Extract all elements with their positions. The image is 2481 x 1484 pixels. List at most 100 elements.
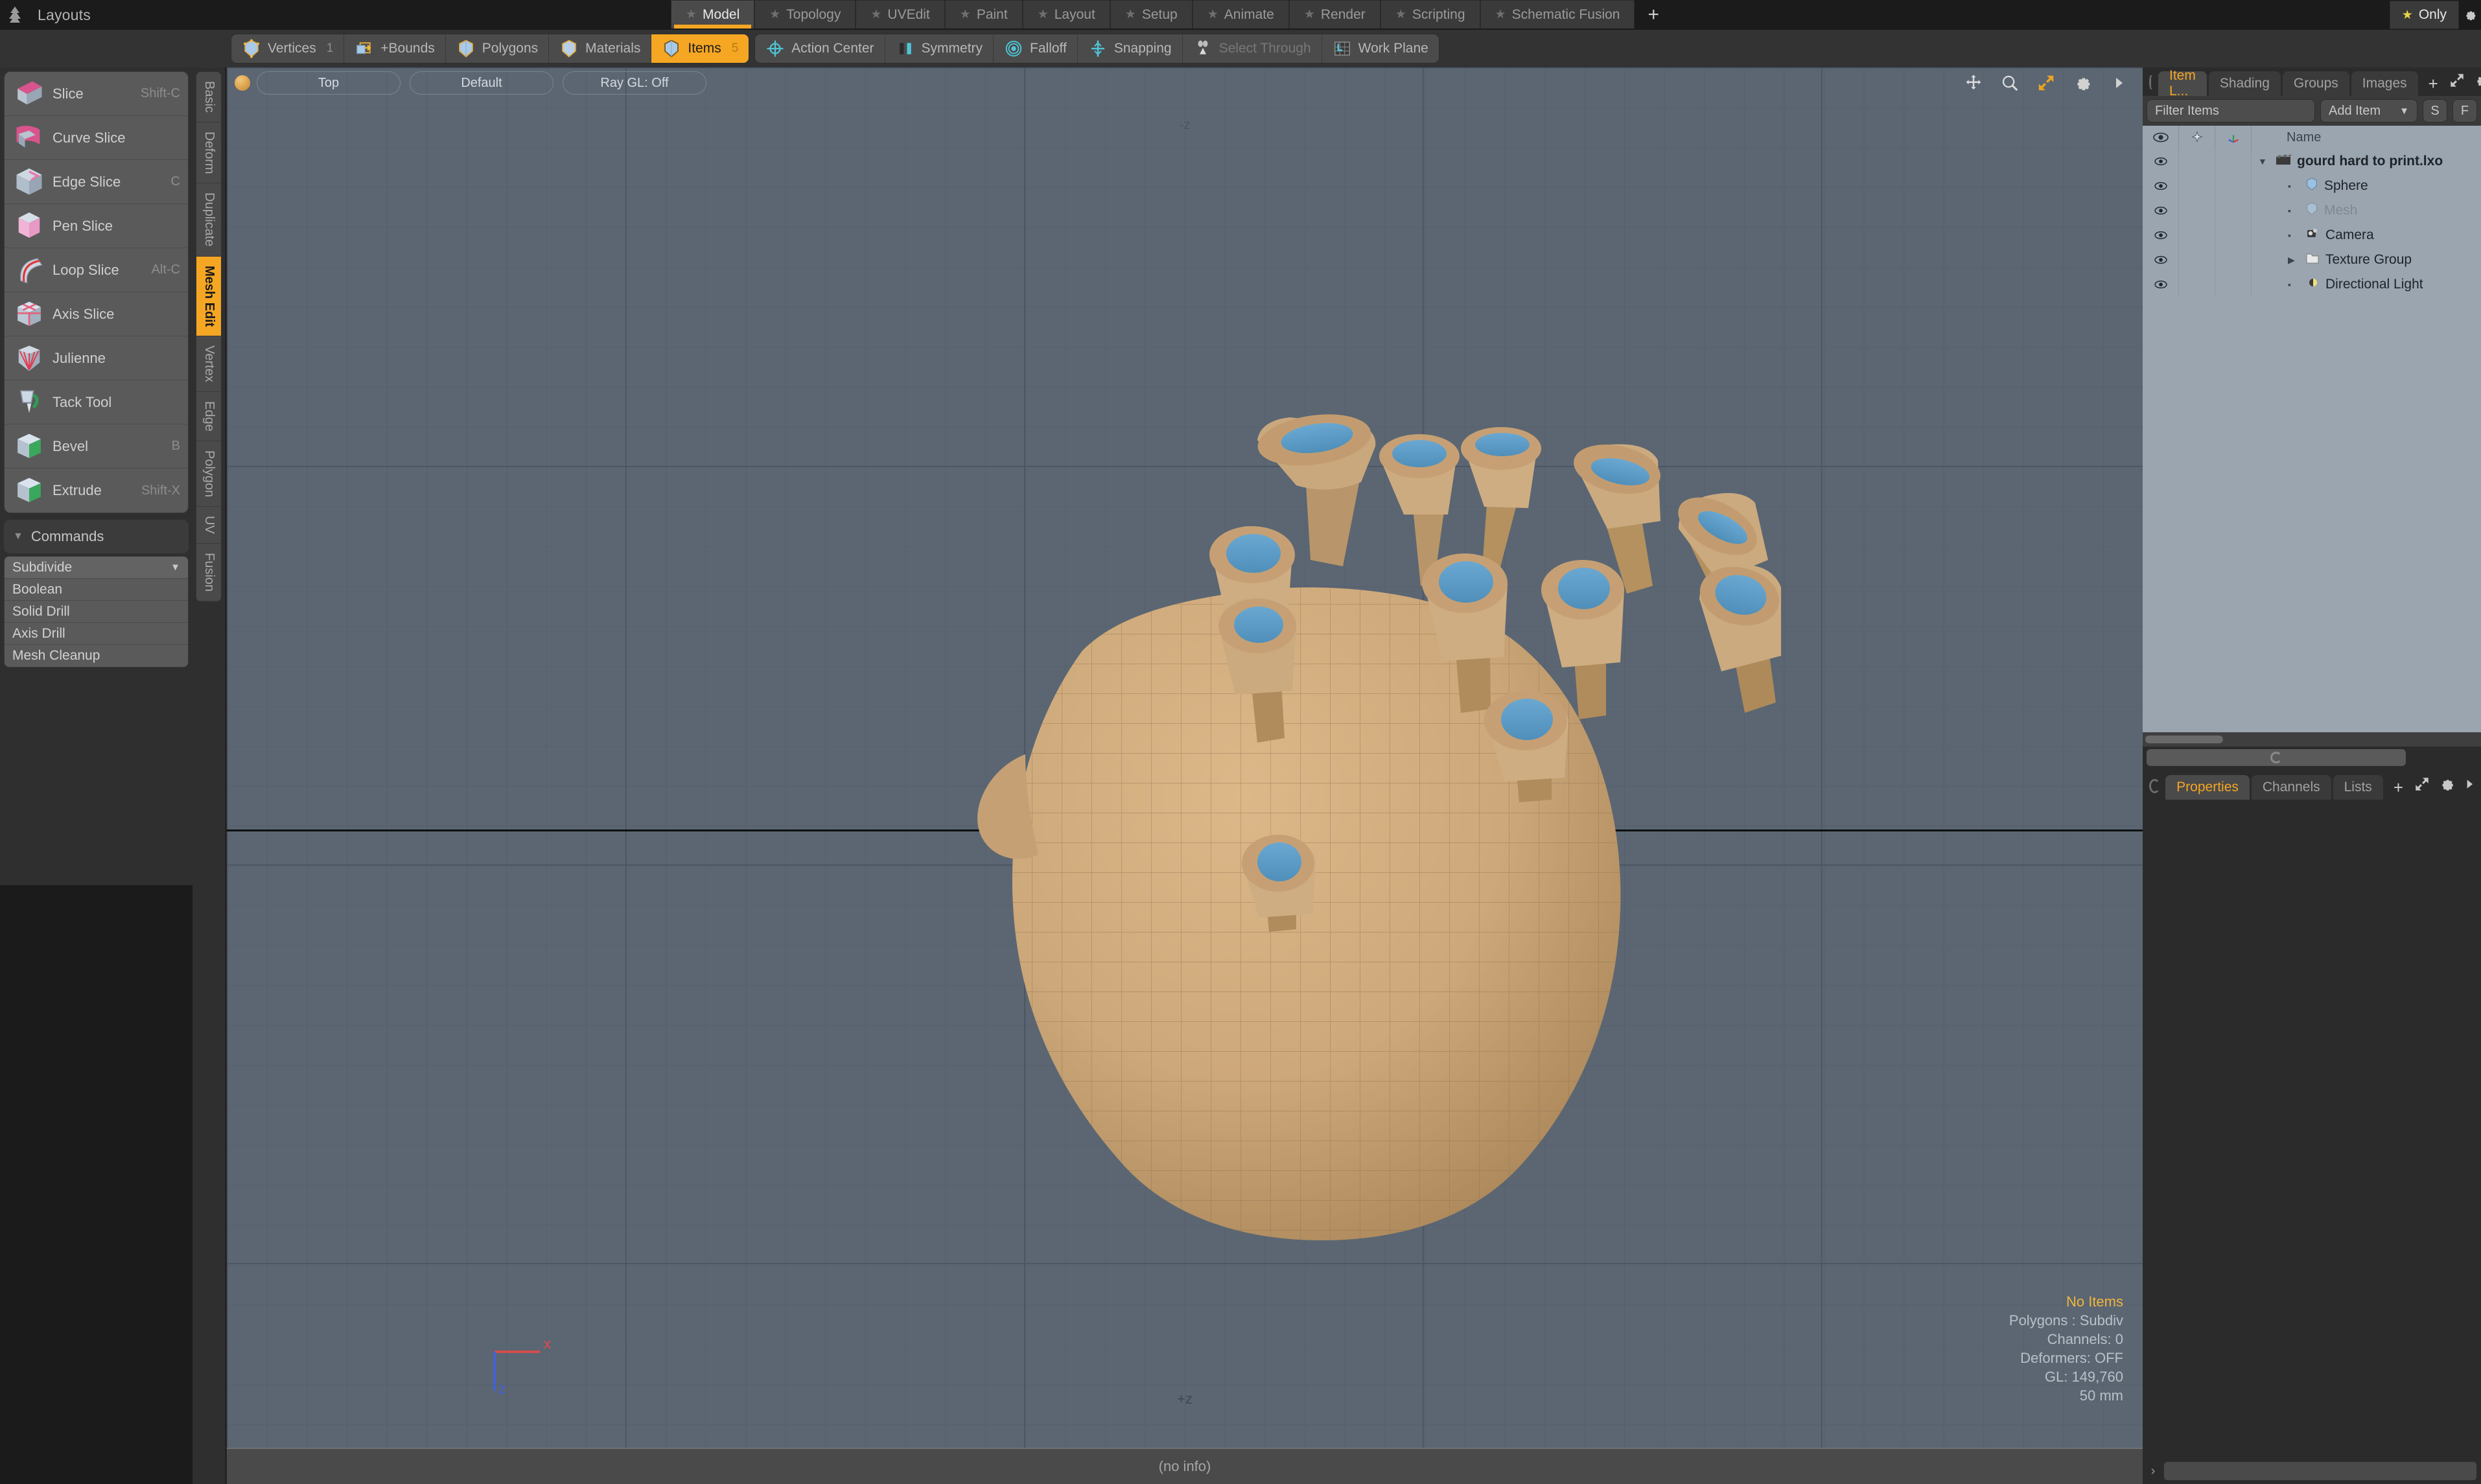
item-name-cell[interactable]: ▼ gourd hard to print.lxo [2252, 153, 2481, 170]
item-name-cell[interactable]: ▶ Texture Group [2252, 251, 2481, 268]
vtab-fusion[interactable]: Fusion [196, 544, 222, 601]
toggle-action-center[interactable]: Action Center [755, 34, 885, 63]
chevron-right-icon[interactable]: › [2147, 1464, 2160, 1479]
chevron-right-icon[interactable] [2108, 72, 2130, 94]
tab-item-list[interactable]: Item L... [2158, 71, 2207, 96]
row-axis-cell[interactable] [2215, 149, 2252, 174]
filter-items-input[interactable]: Filter Items [2147, 99, 2315, 122]
item-name-cell[interactable]: ▪ Sphere [2252, 177, 2481, 195]
row-eye-icon[interactable] [2143, 248, 2179, 272]
tool-julienne[interactable]: Julienne [5, 336, 188, 380]
vtab-uv[interactable]: UV [196, 507, 222, 544]
mode-materials[interactable]: Materials [549, 34, 651, 63]
viewport-menu-dot[interactable] [235, 75, 250, 91]
row-lock-cell[interactable] [2179, 198, 2215, 223]
vtab-mesh-edit[interactable]: Mesh Edit [196, 257, 222, 336]
panel-menu-button[interactable] [2147, 749, 2406, 766]
gear-icon[interactable] [2071, 72, 2093, 94]
layout-tab-model[interactable]: ★ Model [671, 0, 754, 29]
command-mesh-cleanup[interactable]: Mesh Cleanup [5, 645, 188, 667]
tab-channels[interactable]: Channels [2252, 775, 2331, 800]
tool-axis-slice[interactable]: Axis Slice [5, 292, 188, 336]
vtab-deform[interactable]: Deform [196, 122, 222, 184]
mode-vertices[interactable]: Vertices 1 [231, 34, 344, 63]
item-name-cell[interactable]: ▪ Mesh [2252, 202, 2481, 220]
add-layout-tab-button[interactable]: + [1635, 1, 1672, 29]
tool-edge-slice[interactable]: Edge Slice C [5, 160, 188, 204]
layout-tab-schematic-fusion[interactable]: ★ Schematic Fusion [1480, 0, 1635, 29]
table-row[interactable]: ▪ Mesh [2143, 198, 2481, 223]
scrollbar-thumb[interactable] [2145, 736, 2223, 743]
row-lock-cell[interactable] [2179, 223, 2215, 248]
tab-groups[interactable]: Groups [2283, 71, 2349, 96]
tab-properties[interactable]: Properties [2165, 775, 2250, 800]
table-row[interactable]: ▪ Sphere [2143, 174, 2481, 198]
toggle-work-plane[interactable]: Work Plane [1322, 34, 1439, 63]
row-eye-icon[interactable] [2143, 198, 2179, 223]
layout-tab-topology[interactable]: ★ Topology [754, 0, 856, 29]
row-eye-icon[interactable] [2143, 174, 2179, 198]
chevron-down-icon[interactable]: ▼ [170, 562, 180, 573]
axis-icon[interactable] [2215, 126, 2252, 149]
viewport-shading-selector[interactable]: Default [410, 71, 553, 95]
layout-tab-scripting[interactable]: ★ Scripting [1380, 0, 1480, 29]
sort-button[interactable]: S [2423, 99, 2447, 122]
item-list-horizontal-scrollbar[interactable] [2143, 732, 2481, 747]
layout-tab-setup[interactable]: ★ Setup [1110, 0, 1193, 29]
vtab-basic[interactable]: Basic [196, 72, 222, 122]
row-eye-icon[interactable] [2143, 149, 2179, 174]
layout-tab-paint[interactable]: ★ Paint [945, 0, 1023, 29]
gear-icon[interactable] [2473, 72, 2481, 92]
zoom-icon[interactable] [1999, 72, 2021, 94]
item-name-cell[interactable]: ▪ Directional Light [2252, 276, 2481, 293]
filter-button[interactable]: F [2452, 99, 2477, 122]
chevron-right-icon[interactable]: ▶ [2288, 255, 2300, 266]
layout-tab-uvedit[interactable]: ★ UVEdit [856, 0, 944, 29]
row-lock-cell[interactable] [2179, 248, 2215, 272]
command-boolean[interactable]: Boolean [5, 579, 188, 601]
move-icon[interactable] [1963, 72, 1985, 94]
tab-lists[interactable]: Lists [2333, 775, 2383, 800]
chevron-down-icon[interactable]: ▼ [2258, 156, 2270, 167]
item-name-cell[interactable]: ▪ Camera [2252, 227, 2481, 244]
row-axis-cell[interactable] [2215, 272, 2252, 297]
add-properties-tab-button[interactable]: + [2385, 775, 2412, 800]
row-axis-cell[interactable] [2215, 223, 2252, 248]
table-row[interactable]: ▪ Directional Light [2143, 272, 2481, 297]
eye-icon[interactable] [2143, 126, 2179, 149]
command-axis-drill[interactable]: Axis Drill [5, 623, 188, 645]
row-axis-cell[interactable] [2215, 248, 2252, 272]
tool-tack-tool[interactable]: Tack Tool [5, 380, 188, 424]
toggle-snapping[interactable]: Snapping [1078, 34, 1183, 63]
tool-pen-slice[interactable]: Pen Slice [5, 204, 188, 248]
tool-bevel[interactable]: Bevel B [5, 424, 188, 469]
row-lock-cell[interactable] [2179, 174, 2215, 198]
table-row[interactable]: ▪ Camera [2143, 223, 2481, 248]
add-item-dropdown[interactable]: Add Item ▼ [2320, 99, 2417, 122]
viewport-view-selector[interactable]: Top [257, 71, 401, 95]
viewport-3d[interactable]: Top Default Ray GL: Off [227, 67, 2143, 1448]
toggle-symmetry[interactable]: Symmetry [885, 34, 994, 63]
mode-bounds[interactable]: +Bounds [344, 34, 446, 63]
row-eye-icon[interactable] [2143, 223, 2179, 248]
chevron-right-icon[interactable] [2463, 778, 2476, 794]
lock-icon[interactable] [2179, 126, 2215, 149]
tool-slice[interactable]: Slice Shift-C [5, 72, 188, 116]
tab-images[interactable]: Images [2351, 71, 2418, 96]
gear-icon[interactable] [2438, 776, 2455, 796]
toggle-select-through[interactable]: Select Through [1183, 34, 1322, 63]
gear-icon[interactable] [2459, 0, 2481, 30]
viewport-raygl-selector[interactable]: Ray GL: Off [563, 71, 706, 95]
toggle-falloff[interactable]: Falloff [994, 34, 1078, 63]
mode-items[interactable]: Items 5 [651, 34, 749, 63]
vtab-vertex[interactable]: Vertex [196, 336, 222, 392]
command-solid-drill[interactable]: Solid Drill [5, 601, 188, 623]
commands-section-header[interactable]: ▼ Commands [4, 520, 189, 553]
row-eye-icon[interactable] [2143, 272, 2179, 297]
tab-shading[interactable]: Shading [2209, 71, 2281, 96]
add-tab-button[interactable]: + [2420, 71, 2447, 96]
command-entry-field[interactable] [2163, 1461, 2477, 1481]
row-lock-cell[interactable] [2179, 149, 2215, 174]
tool-extrude[interactable]: Extrude Shift-X [5, 469, 188, 513]
table-row[interactable]: ▶ Texture Group [2143, 248, 2481, 272]
